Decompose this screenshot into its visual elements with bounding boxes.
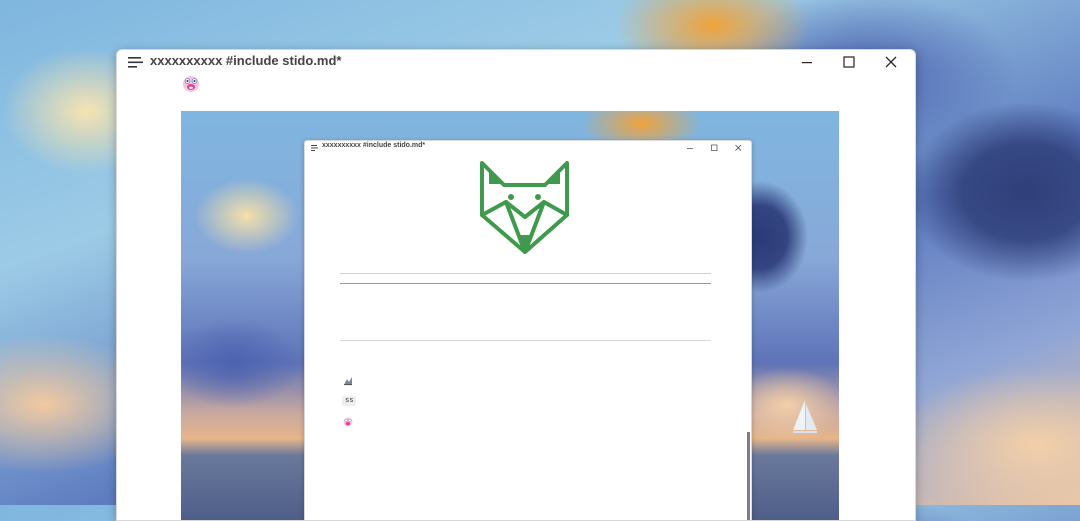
preview-maximize-button[interactable] xyxy=(708,142,721,153)
window-title: xxxxxxxxxx #include stido.md* xyxy=(150,53,342,68)
preview-menu-icon[interactable] xyxy=(311,145,318,151)
divider xyxy=(340,273,711,274)
editor-window: xxxxxxxxxx #include stido.md* xxxxxxxxxx… xyxy=(116,49,916,521)
sailboat-icon xyxy=(793,400,817,433)
divider xyxy=(340,283,711,284)
emoji-badge-icon xyxy=(183,76,199,92)
preview-close-button[interactable] xyxy=(732,142,745,153)
minimize-button[interactable] xyxy=(795,52,819,72)
preview-title-bar: xxxxxxxxxx #include stido.md* xyxy=(305,141,751,154)
image-placeholder-icon xyxy=(344,377,352,386)
divider xyxy=(340,340,711,341)
preview-minimize-icon xyxy=(687,148,693,149)
close-button[interactable] xyxy=(879,52,903,72)
preview-minimize-button[interactable] xyxy=(684,142,697,153)
minimize-icon xyxy=(802,62,812,64)
close-icon xyxy=(885,56,897,68)
scrollbar[interactable] xyxy=(747,432,750,520)
menu-icon[interactable] xyxy=(128,57,143,68)
maximize-icon xyxy=(843,56,855,68)
inline-code: ss xyxy=(342,396,357,406)
preview-window-title: xxxxxxxxxx #include stido.md* xyxy=(322,142,426,149)
title-bar: xxxxxxxxxx #include stido.md* xyxy=(117,50,915,74)
preview-window: xxxxxxxxxx #include stido.md* ss xyxy=(304,140,752,520)
embedded-screenshot: xxxxxxxxxx #include stido.md* ss xyxy=(181,111,839,520)
preview-maximize-icon xyxy=(711,144,718,151)
emoji-icon xyxy=(343,417,353,427)
maximize-button[interactable] xyxy=(837,52,861,72)
preview-close-icon xyxy=(735,144,742,151)
fox-logo-icon xyxy=(480,161,569,254)
